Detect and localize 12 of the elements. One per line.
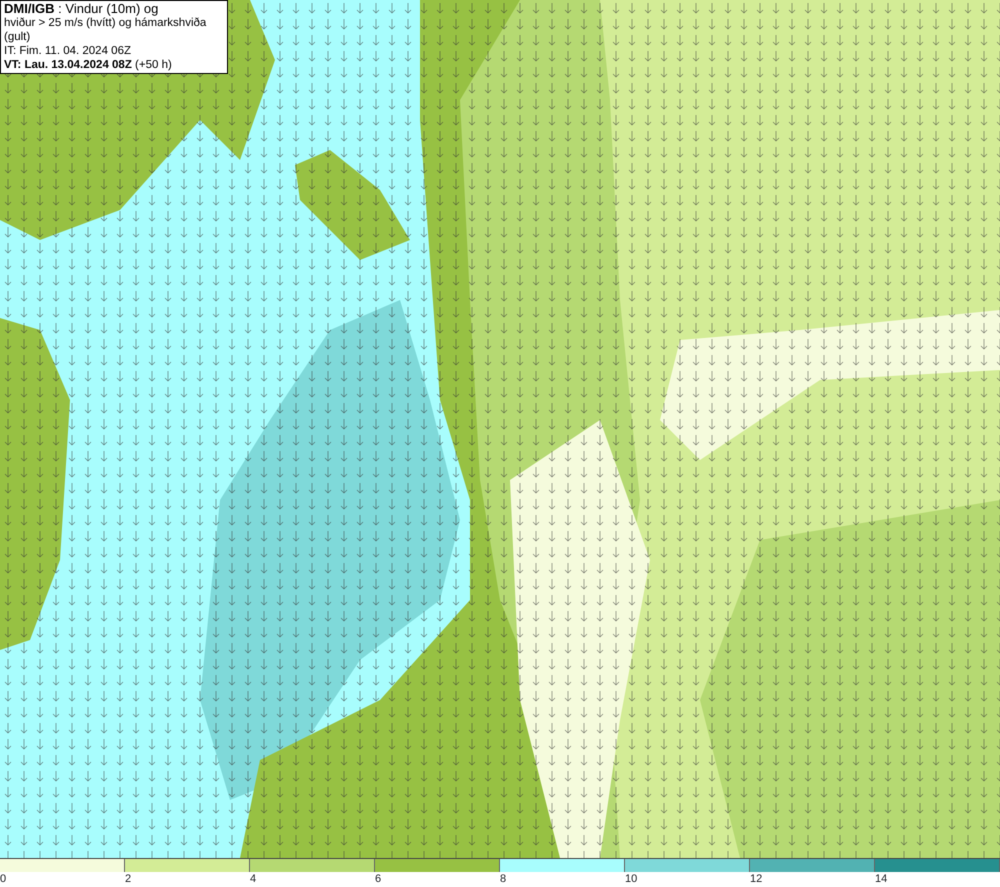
legend-label: 6 xyxy=(375,873,382,885)
legend-label: 2 xyxy=(125,873,132,885)
caption-line: VT: Lau. 13.04.2024 08Z (+50 h) xyxy=(4,58,173,72)
caption-line: IT: Fim. 11. 04. 2024 06Z xyxy=(4,44,132,58)
legend-label: 10 xyxy=(625,873,638,885)
caption-line: hviður > 25 m/s (hvítt) og hámarkshviða (gult) xyxy=(4,16,208,44)
legend-label: 12 xyxy=(750,873,762,885)
legend-label: 0 xyxy=(0,873,6,885)
legend-label: 14 xyxy=(875,873,888,885)
legend-label: 8 xyxy=(500,873,506,885)
legend-label: 4 xyxy=(250,873,256,885)
map-heading: DMI/IGB : Vindur (10m) og xyxy=(4,2,160,16)
